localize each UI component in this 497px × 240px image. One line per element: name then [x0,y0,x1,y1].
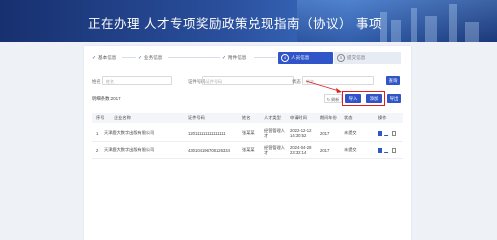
col-name: 姓名 [242,115,251,120]
edit-icon[interactable] [383,130,391,136]
step-attachment-info[interactable]: ✓ 附件信息 [222,52,246,64]
record-count: 明细条数:2017 [92,96,121,101]
refresh-label: 刷新 [331,97,340,102]
arrow-line [305,80,340,92]
table-header: 序号 企业名称 证件号码 姓名 人才类型 申请时间 期间年份 状态 操作 [92,113,403,123]
banner-building [425,16,437,42]
row-status: 未提交 [344,147,357,152]
row-apply-time: 2024-04-28 23:32:14 [290,145,312,155]
table-row: 1 天津鹿大数字出版有限公司 120111111111111111 张某某 经营… [92,125,403,142]
col-company: 企业名称 [114,115,131,120]
step-label: 附件信息 [228,55,247,60]
annotation-arrow [305,80,342,93]
banner-building [411,8,417,42]
row-apply-time: 2022-12-12 14:30:52 [290,128,312,138]
row-year: 2017 [320,130,330,136]
row-id-number: 120111111111111111 [188,130,226,136]
export-button[interactable]: 导出 [387,94,401,103]
row-talent-type: 经营管理人才 [264,145,285,155]
row-year: 2017 [320,147,330,153]
col-talent-type: 人才类型 [264,115,281,120]
page-title: 正在办理 人才专项奖励政策兑现指南（协议） 事项 [88,17,382,31]
step-personnel-info[interactable]: 4 人员信息 [278,52,333,64]
col-actions: 操作 [378,115,387,120]
row-name: 张某某 [242,147,255,152]
row-actions [378,142,399,158]
header-banner: 正在办理 人才专项奖励政策兑现指南（协议） 事项 [0,0,497,42]
col-apply-time: 申请时间 [290,115,307,120]
step-label: 人员信息 [291,55,310,60]
step-basic-info[interactable]: ✓ 基本信息 [92,52,116,64]
row-status: 未提交 [344,130,357,135]
id-filter-input[interactable]: 证件号码 [202,76,294,85]
col-year: 期间年份 [320,115,337,120]
arrow-head [336,88,342,93]
step-bar: ✓ 基本信息 ✓ 业务信息 ✓ 附件信息 4 人员信息 5 提交信息 [84,52,411,64]
banner-building [465,22,479,42]
view-icon[interactable] [378,130,382,136]
col-id-number: 证件号码 [188,115,205,120]
step-label: 业务信息 [144,55,163,60]
row-id-number: 430104196708126334 [188,147,230,153]
step-divider [254,57,276,58]
row-company: 天津鹿大数字出版有限公司 [104,130,155,135]
step-divider [122,57,136,58]
row-company: 天津鹿大数字出版有限公司 [104,147,155,152]
search-button[interactable]: 查询 [386,76,400,85]
step-number: 5 [337,53,345,62]
row-name: 张某某 [242,130,255,135]
main-card: ✓ 基本信息 ✓ 业务信息 ✓ 附件信息 4 人员信息 5 提交信息 姓名 姓名 证件号码… [84,46,411,240]
status-filter-label: 状态 [292,79,301,84]
row-talent-type: 经营管理人才 [264,128,285,138]
view-icon[interactable] [378,147,382,153]
edit-icon[interactable] [383,147,391,153]
trash-icon[interactable] [392,130,396,136]
step-submit-info[interactable]: 5 提交信息 [334,52,401,64]
name-filter-label: 姓名 [92,79,101,84]
step-number: 4 [281,53,289,62]
step-label: 提交信息 [347,55,366,60]
row-index: 1 [96,130,99,136]
row-index: 2 [96,147,99,153]
step-divider [168,57,220,58]
refresh-button[interactable]: ↻ 刷新 [324,94,342,103]
step-label: 基本信息 [98,55,117,60]
step-business-info[interactable]: ✓ 业务信息 [138,52,162,64]
name-filter-input[interactable]: 姓名 [102,76,172,85]
trash-icon[interactable] [392,147,396,153]
table-row: 2 天津鹿大数字出版有限公司 430104196708126334 张某某 经营… [92,142,403,159]
row-actions [378,125,399,141]
col-status: 状态 [344,115,353,120]
banner-building [449,4,457,42]
banner-building [391,20,401,42]
annotation-highlight-box [342,91,385,106]
col-index: 序号 [96,115,105,120]
